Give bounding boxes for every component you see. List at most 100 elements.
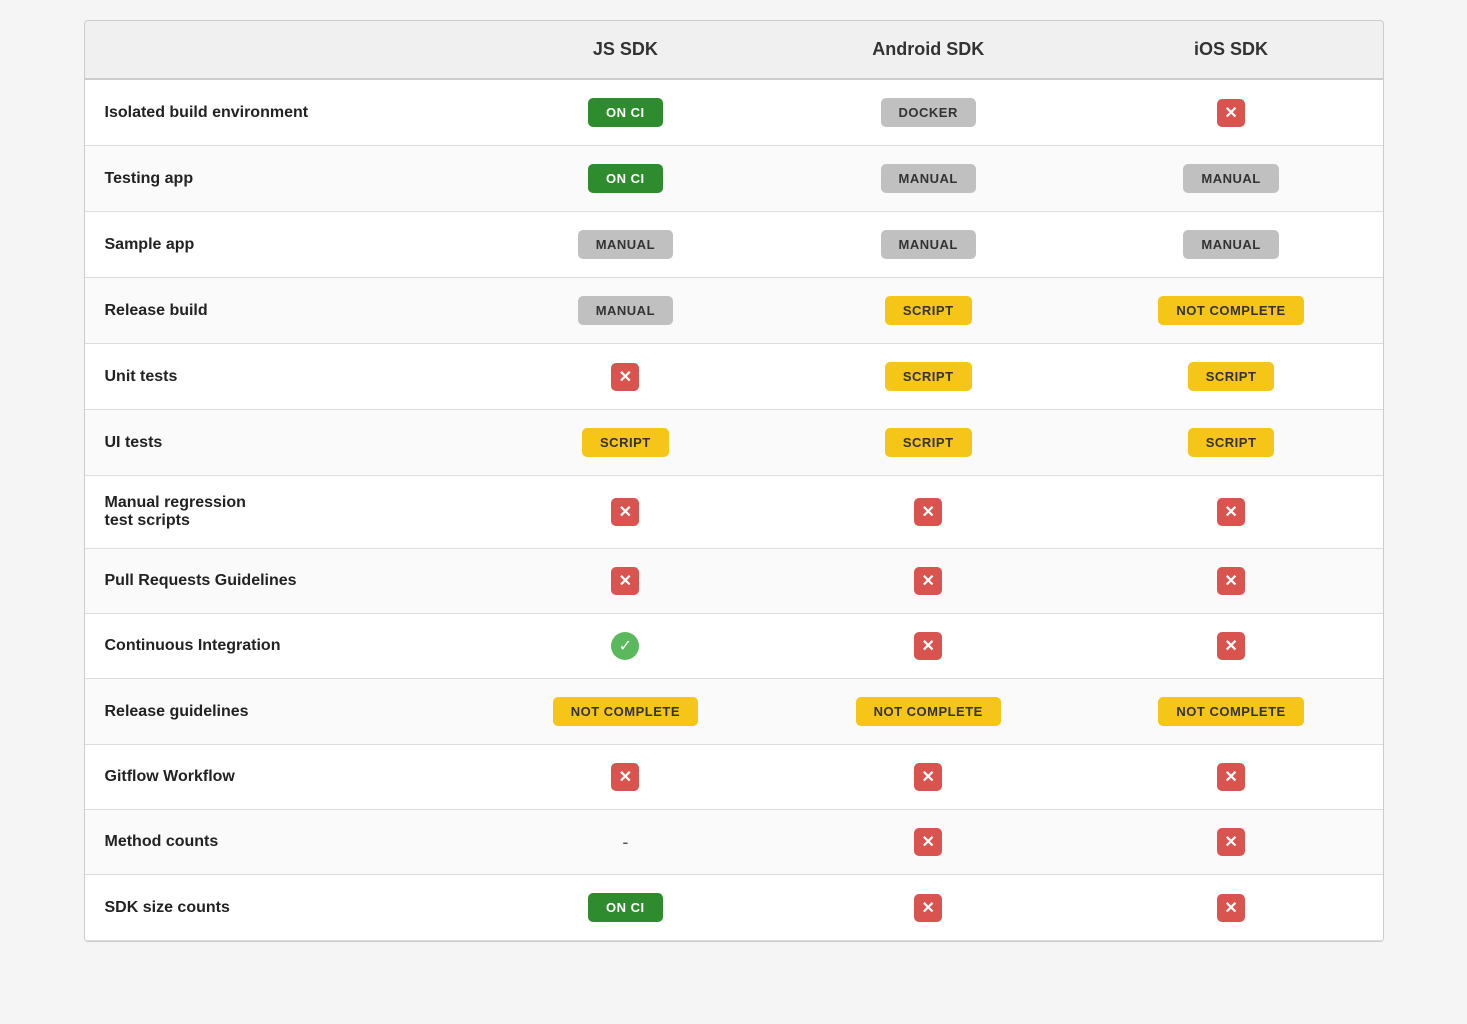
x-icon: ✕ (1217, 99, 1245, 127)
table-cell: SCRIPT (1080, 344, 1383, 410)
x-icon: ✕ (914, 632, 942, 660)
badge-gray: MANUAL (578, 296, 673, 325)
table-row: Unit tests ✕ SCRIPT SCRIPT (85, 344, 1383, 410)
table-row: Gitflow Workflow ✕ ✕ ✕ (85, 745, 1383, 810)
row-label: Method counts (85, 810, 474, 875)
col-header-ios-sdk: iOS SDK (1080, 21, 1383, 79)
check-icon: ✓ (611, 632, 639, 660)
table-cell: ✕ (474, 549, 777, 614)
table-cell: SCRIPT (777, 278, 1080, 344)
table-cell: MANUAL (1080, 146, 1383, 212)
table-cell: ✕ (474, 745, 777, 810)
row-label: Testing app (85, 146, 474, 212)
badge-gray: MANUAL (881, 164, 976, 193)
table-cell: SCRIPT (777, 344, 1080, 410)
table-cell: ✕ (1080, 745, 1383, 810)
table-cell: MANUAL (777, 212, 1080, 278)
badge-gray: MANUAL (578, 230, 673, 259)
x-icon: ✕ (611, 363, 639, 391)
x-icon: ✕ (1217, 498, 1245, 526)
table-cell: MANUAL (474, 212, 777, 278)
table-cell: ON CI (474, 875, 777, 941)
badge-green: ON CI (588, 98, 663, 127)
row-label: Manual regressiontest scripts (85, 476, 474, 549)
table-cell: SCRIPT (777, 410, 1080, 476)
row-label: Continuous Integration (85, 614, 474, 679)
x-icon: ✕ (1217, 763, 1245, 791)
table-row: Pull Requests Guidelines ✕ ✕ ✕ (85, 549, 1383, 614)
table-row: Manual regressiontest scripts ✕ ✕ ✕ (85, 476, 1383, 549)
row-label: Gitflow Workflow (85, 745, 474, 810)
table-cell: ✕ (777, 745, 1080, 810)
table-cell: MANUAL (1080, 212, 1383, 278)
x-icon: ✕ (1217, 567, 1245, 595)
x-icon: ✕ (914, 498, 942, 526)
table-cell: NOT COMPLETE (1080, 278, 1383, 344)
table-cell: ✕ (777, 810, 1080, 875)
table-row: Continuous Integration ✓ ✕ ✕ (85, 614, 1383, 679)
dash-value: - (622, 832, 628, 852)
table-row: Release guidelines NOT COMPLETE NOT COMP… (85, 679, 1383, 745)
table-row: Sample app MANUAL MANUAL MANUAL (85, 212, 1383, 278)
table-cell: ✕ (777, 614, 1080, 679)
table-cell: NOT COMPLETE (1080, 679, 1383, 745)
badge-yellow: SCRIPT (885, 428, 972, 457)
table-cell: ✕ (777, 476, 1080, 549)
table-cell: ✕ (474, 344, 777, 410)
row-label: Release guidelines (85, 679, 474, 745)
row-label: Isolated build environment (85, 79, 474, 146)
badge-yellow: NOT COMPLETE (1158, 296, 1303, 325)
x-icon: ✕ (611, 567, 639, 595)
table-cell: SCRIPT (474, 410, 777, 476)
table-cell: NOT COMPLETE (777, 679, 1080, 745)
table-cell: ✕ (1080, 79, 1383, 146)
table-cell: ✕ (1080, 476, 1383, 549)
table-row: Isolated build environment ON CI DOCKER … (85, 79, 1383, 146)
comparison-table: JS SDK Android SDK iOS SDK Isolated buil… (84, 20, 1384, 942)
table-cell: NOT COMPLETE (474, 679, 777, 745)
badge-gray: MANUAL (881, 230, 976, 259)
badge-yellow: SCRIPT (885, 362, 972, 391)
badge-yellow: SCRIPT (1188, 362, 1275, 391)
table-cell: ✕ (1080, 614, 1383, 679)
table-cell: ✕ (777, 549, 1080, 614)
table-cell: MANUAL (777, 146, 1080, 212)
table-cell: ✕ (474, 476, 777, 549)
row-label: Unit tests (85, 344, 474, 410)
x-icon: ✕ (914, 567, 942, 595)
x-icon: ✕ (914, 828, 942, 856)
table-cell: ✕ (1080, 810, 1383, 875)
col-header-js-sdk: JS SDK (474, 21, 777, 79)
table-cell: ✕ (777, 875, 1080, 941)
x-icon: ✕ (1217, 828, 1245, 856)
col-header-feature (85, 21, 474, 79)
x-icon: ✕ (611, 763, 639, 791)
badge-yellow: SCRIPT (885, 296, 972, 325)
x-icon: ✕ (611, 498, 639, 526)
badge-green: ON CI (588, 164, 663, 193)
table-cell: ✓ (474, 614, 777, 679)
badge-gray: MANUAL (1183, 164, 1278, 193)
table-cell: ✕ (1080, 549, 1383, 614)
table-cell: DOCKER (777, 79, 1080, 146)
table-cell: - (474, 810, 777, 875)
x-icon: ✕ (1217, 894, 1245, 922)
x-icon: ✕ (1217, 632, 1245, 660)
badge-yellow: NOT COMPLETE (856, 697, 1001, 726)
table-row: Method counts - ✕ ✕ (85, 810, 1383, 875)
badge-yellow: NOT COMPLETE (553, 697, 698, 726)
table-row: Testing app ON CI MANUAL MANUAL (85, 146, 1383, 212)
table-cell: ON CI (474, 146, 777, 212)
badge-yellow: SCRIPT (582, 428, 669, 457)
table-cell: ✕ (1080, 875, 1383, 941)
table-cell: MANUAL (474, 278, 777, 344)
row-label: Sample app (85, 212, 474, 278)
table-row: Release build MANUAL SCRIPT NOT COMPLETE (85, 278, 1383, 344)
x-icon: ✕ (914, 894, 942, 922)
col-header-android-sdk: Android SDK (777, 21, 1080, 79)
row-label: SDK size counts (85, 875, 474, 941)
row-label: Release build (85, 278, 474, 344)
table-cell: SCRIPT (1080, 410, 1383, 476)
table-row: UI tests SCRIPT SCRIPT SCRIPT (85, 410, 1383, 476)
row-label: UI tests (85, 410, 474, 476)
